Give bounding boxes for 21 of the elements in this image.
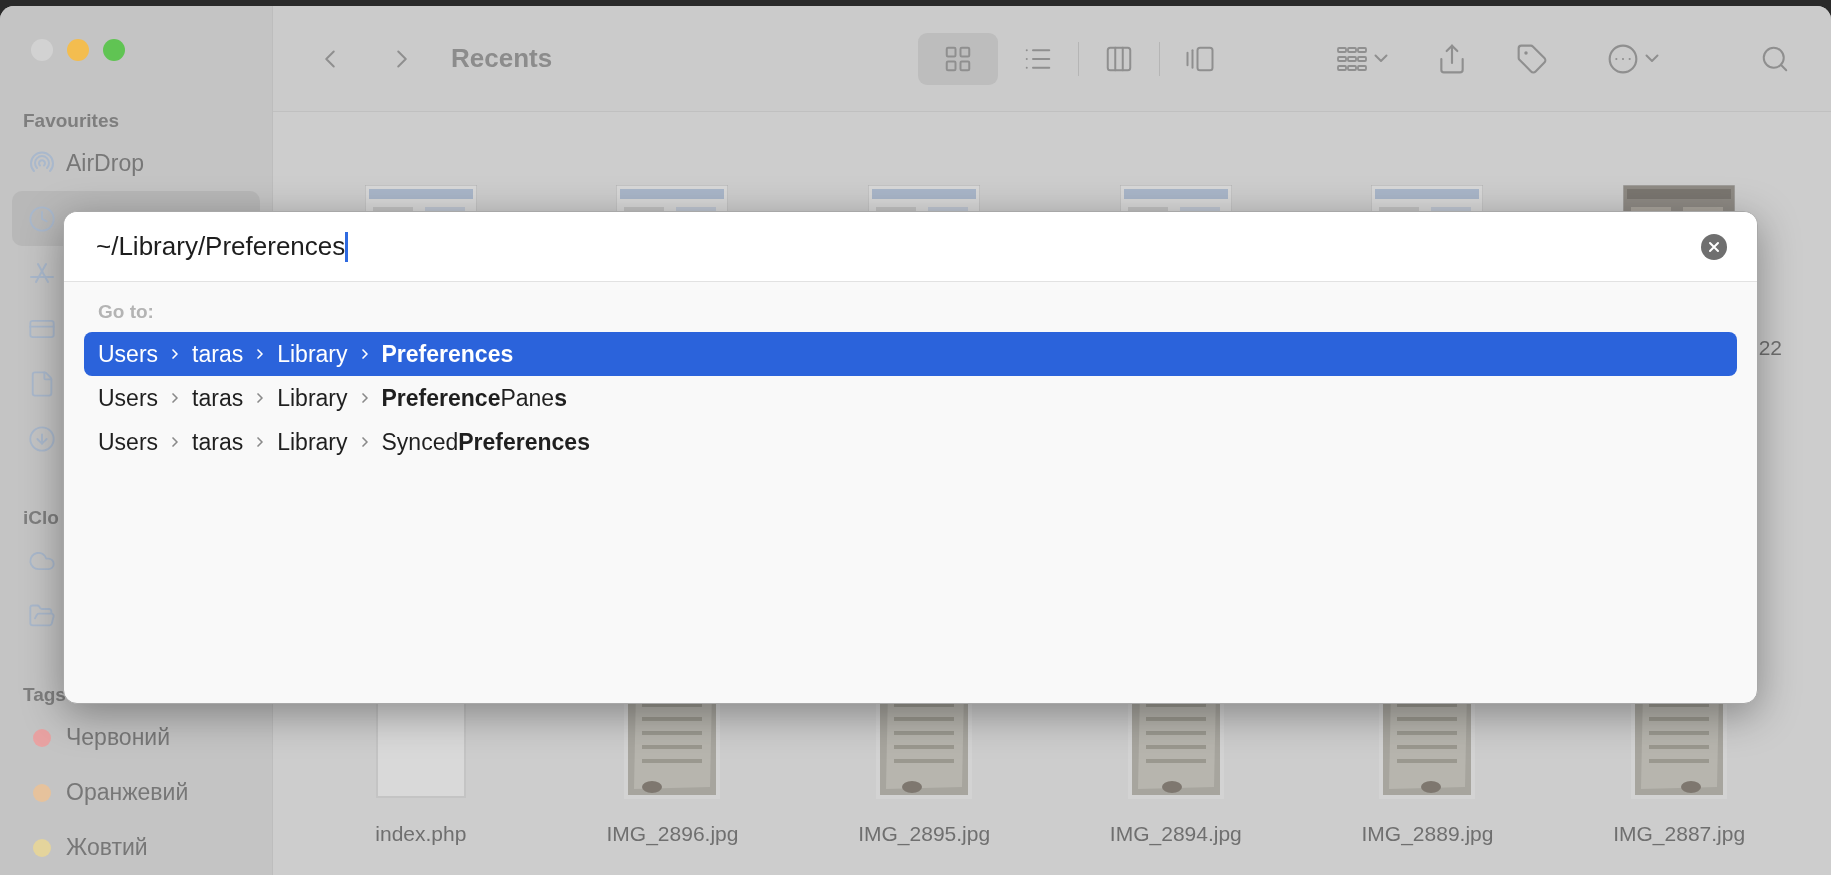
section-title: Tags [23,682,66,707]
path-text: taras [192,427,244,457]
path-text: Users [98,427,159,457]
window-title: Recents [451,42,553,75]
path-text: Library [277,427,348,457]
path-text: Users [98,339,159,369]
section-title: Favourites [23,108,120,133]
sidebar-label: Жовтий [66,833,148,863]
path-text: Users [98,383,159,413]
sidebar-label: Оранжевий [66,778,189,808]
go-to-label: Go to: [98,299,154,324]
path-text: taras [192,339,244,369]
path-text: taras [192,383,244,413]
sidebar-label: AirDrop [66,149,144,179]
sidebar-label: Червоний [66,723,171,753]
path-text: Library [277,383,348,413]
section-title: iClo [23,505,59,530]
path-text: Preferences [381,339,514,369]
path-text: PreferencePanes [381,383,567,413]
path-text: SyncedPreferences [381,427,590,457]
path-text: Library [277,339,348,369]
